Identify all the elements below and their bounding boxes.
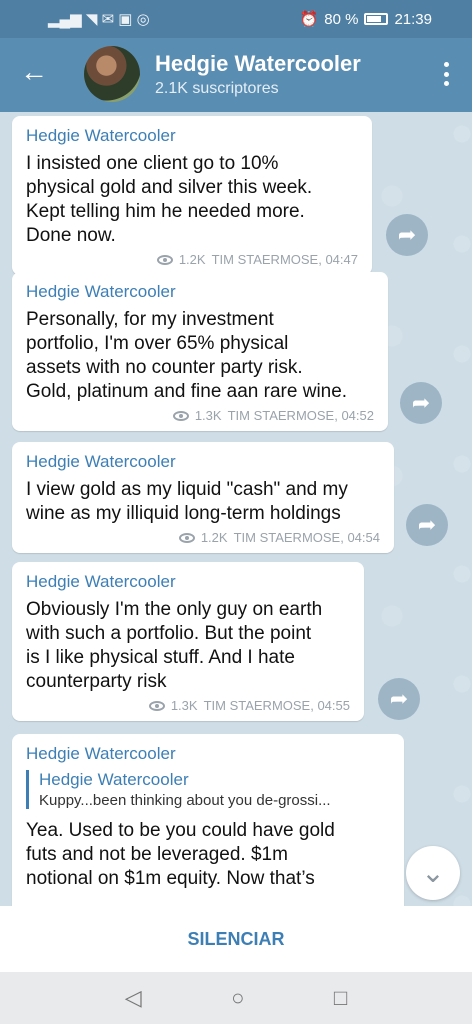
views-icon xyxy=(148,700,165,711)
scroll-down-icon[interactable]: ⌄ xyxy=(406,846,460,900)
status-bar: ▂▄▆ ◥ ✉ ▣ ◎ ⏰ 80 % 21:39 xyxy=(0,0,472,38)
author-time: TIM STAERMOSE, 04:55 xyxy=(203,698,350,713)
chat-area[interactable]: Hedgie Watercooler I insisted one client… xyxy=(0,112,472,906)
nav-back-icon[interactable]: ◁ xyxy=(125,985,142,1011)
message-text: Personally, for my investment portfolio,… xyxy=(26,309,348,402)
message-meta: 1.2K TIM STAERMOSE, 04:47 xyxy=(26,252,358,267)
message-text: Obviously I'm the only guy on earth with… xyxy=(26,599,323,692)
reply-sender: Hedgie Watercooler xyxy=(39,770,189,789)
message-meta: 1.3K TIM STAERMOSE, 04:55 xyxy=(26,698,350,713)
battery-percent: 80 % xyxy=(324,10,359,28)
message-bubble[interactable]: Hedgie Watercooler Hedgie Watercooler Ku… xyxy=(12,734,404,906)
nav-home-icon[interactable]: ○ xyxy=(231,985,244,1011)
message-meta: 1.2K TIM STAERMOSE, 04:54 xyxy=(26,530,380,545)
message-sender[interactable]: Hedgie Watercooler xyxy=(26,452,380,472)
author-time: TIM STAERMOSE, 04:54 xyxy=(233,530,380,545)
reply-quote[interactable]: Hedgie Watercooler Kuppy...been thinking… xyxy=(26,770,390,809)
author-time: TIM STAERMOSE, 04:47 xyxy=(211,252,358,267)
alarm-icon: ⏰ xyxy=(299,11,319,28)
message-meta: 1.3K TIM STAERMOSE, 04:52 xyxy=(26,408,374,423)
clock: 21:39 xyxy=(394,10,432,28)
message-sender[interactable]: Hedgie Watercooler xyxy=(26,744,390,764)
channel-avatar[interactable] xyxy=(84,46,140,102)
status-right: ⏰ 80 % 21:39 xyxy=(299,10,432,29)
message-text: Yea. Used to be you could have gold futs… xyxy=(26,820,335,889)
views-icon xyxy=(156,254,173,265)
back-arrow-icon[interactable]: ← xyxy=(20,58,48,86)
more-options-icon[interactable] xyxy=(444,62,450,86)
subscriber-count: 2.1K suscriptores xyxy=(155,80,279,97)
message-text: I view gold as my liquid "cash" and my w… xyxy=(26,479,348,524)
battery-icon xyxy=(364,13,389,25)
message-text: I insisted one client go to 10% physical… xyxy=(26,153,313,246)
message-sender[interactable]: Hedgie Watercooler xyxy=(26,282,374,302)
bottom-bar: SILENCIAR xyxy=(0,906,472,972)
nav-recents-icon[interactable]: □ xyxy=(334,985,347,1011)
message-bubble[interactable]: Hedgie Watercooler Personally, for my in… xyxy=(12,272,388,431)
view-count: 1.2K xyxy=(200,530,228,545)
share-icon[interactable]: ➦ xyxy=(378,678,420,720)
views-icon xyxy=(172,410,189,421)
app-bar: ← Hedgie Watercooler 2.1K suscriptores xyxy=(0,38,472,112)
view-count: 1.2K xyxy=(178,252,206,267)
channel-title[interactable]: Hedgie Watercooler xyxy=(155,51,361,77)
message-bubble[interactable]: Hedgie Watercooler I insisted one client… xyxy=(12,116,372,275)
view-count: 1.3K xyxy=(194,408,222,423)
message-sender[interactable]: Hedgie Watercooler xyxy=(26,126,358,146)
signal-wifi-notification-icons: ▂▄▆ ◥ ✉ ▣ ◎ xyxy=(48,11,150,28)
mute-button[interactable]: SILENCIAR xyxy=(187,929,284,950)
author-time: TIM STAERMOSE, 04:52 xyxy=(227,408,374,423)
share-icon[interactable]: ➦ xyxy=(406,504,448,546)
status-left-icons: ▂▄▆ ◥ ✉ ▣ ◎ xyxy=(48,10,150,28)
message-bubble[interactable]: Hedgie Watercooler Obviously I'm the onl… xyxy=(12,562,364,721)
view-count: 1.3K xyxy=(170,698,198,713)
share-icon[interactable]: ➦ xyxy=(386,214,428,256)
message-sender[interactable]: Hedgie Watercooler xyxy=(26,572,350,592)
views-icon xyxy=(178,532,195,543)
message-bubble[interactable]: Hedgie Watercooler I view gold as my liq… xyxy=(12,442,394,553)
reply-text: Kuppy...been thinking about you de-gross… xyxy=(39,792,331,809)
system-nav-bar: ◁ ○ □ xyxy=(0,972,472,1024)
share-icon[interactable]: ➦ xyxy=(400,382,442,424)
